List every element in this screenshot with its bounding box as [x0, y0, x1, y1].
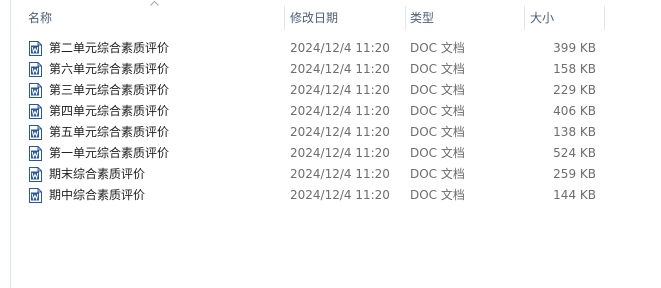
- file-name: 期末综合素质评价: [49, 167, 146, 181]
- file-size: 259 KB: [553, 167, 596, 181]
- file-name: 第六单元综合素质评价: [49, 62, 170, 76]
- file-row[interactable]: 第三单元综合素质评价 2024/12/4 11:20 DOC 文档 229 KB: [11, 80, 661, 101]
- word-doc-icon: [29, 188, 42, 203]
- column-header-name[interactable]: 名称: [11, 1, 285, 30]
- file-name: 第二单元综合素质评价: [49, 41, 170, 55]
- word-doc-icon: [29, 41, 42, 56]
- file-modified-date: 2024/12/4 11:20: [290, 167, 390, 181]
- file-type: DOC 文档: [410, 188, 465, 202]
- file-name: 第四单元综合素质评价: [49, 104, 170, 118]
- file-row[interactable]: 第二单元综合素质评价 2024/12/4 11:20 DOC 文档 399 KB: [11, 38, 661, 59]
- file-row[interactable]: 第一单元综合素质评价 2024/12/4 11:20 DOC 文档 524 KB: [11, 143, 661, 164]
- column-header-bar: 名称 修改日期 类型 大小: [11, 1, 661, 31]
- file-modified-date: 2024/12/4 11:20: [290, 83, 390, 97]
- file-type: DOC 文档: [410, 146, 465, 160]
- file-list-view: 名称 修改日期 类型 大小 第二单元综合素质评价 2024/12/4 11:20 D…: [0, 0, 661, 288]
- column-header-type-label: 类型: [410, 11, 435, 25]
- file-name: 期中综合素质评价: [49, 188, 146, 202]
- file-size: 524 KB: [553, 146, 596, 160]
- file-type: DOC 文档: [410, 41, 465, 55]
- column-header-date-label: 修改日期: [290, 11, 339, 25]
- column-header-date[interactable]: 修改日期: [285, 6, 406, 30]
- word-doc-icon: [29, 125, 42, 140]
- file-name: 第五单元综合素质评价: [49, 125, 170, 139]
- file-size: 399 KB: [553, 41, 596, 55]
- file-row[interactable]: 期中综合素质评价 2024/12/4 11:20 DOC 文档 144 KB: [11, 185, 661, 206]
- file-size: 229 KB: [553, 83, 596, 97]
- file-modified-date: 2024/12/4 11:20: [290, 125, 390, 139]
- file-modified-date: 2024/12/4 11:20: [290, 146, 390, 160]
- column-header-size[interactable]: 大小: [525, 6, 605, 30]
- file-type: DOC 文档: [410, 62, 465, 76]
- file-size: 138 KB: [553, 125, 596, 139]
- file-size: 158 KB: [553, 62, 596, 76]
- file-modified-date: 2024/12/4 11:20: [290, 104, 390, 118]
- file-name: 第一单元综合素质评价: [49, 146, 170, 160]
- file-type: DOC 文档: [410, 104, 465, 118]
- file-size: 406 KB: [553, 104, 596, 118]
- file-rows: 第二单元综合素质评价 2024/12/4 11:20 DOC 文档 399 KB 第六单…: [11, 38, 661, 206]
- sort-ascending-icon: [150, 1, 159, 9]
- file-row[interactable]: 第四单元综合素质评价 2024/12/4 11:20 DOC 文档 406 KB: [11, 101, 661, 122]
- file-modified-date: 2024/12/4 11:20: [290, 62, 390, 76]
- file-row[interactable]: 第五单元综合素质评价 2024/12/4 11:20 DOC 文档 138 KB: [11, 122, 661, 143]
- word-doc-icon: [29, 83, 42, 98]
- column-header-type[interactable]: 类型: [406, 6, 525, 30]
- file-row[interactable]: 第六单元综合素质评价 2024/12/4 11:20 DOC 文档 158 KB: [11, 59, 661, 80]
- word-doc-icon: [29, 167, 42, 182]
- file-name: 第三单元综合素质评价: [49, 83, 170, 97]
- word-doc-icon: [29, 104, 42, 119]
- file-modified-date: 2024/12/4 11:20: [290, 41, 390, 55]
- column-header-size-label: 大小: [530, 11, 555, 25]
- file-row[interactable]: 期末综合素质评价 2024/12/4 11:20 DOC 文档 259 KB: [11, 164, 661, 185]
- word-doc-icon: [29, 62, 42, 77]
- file-type: DOC 文档: [410, 167, 465, 181]
- file-modified-date: 2024/12/4 11:20: [290, 188, 390, 202]
- column-header-name-label: 名称: [28, 11, 53, 25]
- file-size: 144 KB: [553, 188, 596, 202]
- file-type: DOC 文档: [410, 125, 465, 139]
- file-type: DOC 文档: [410, 83, 465, 97]
- word-doc-icon: [29, 146, 42, 161]
